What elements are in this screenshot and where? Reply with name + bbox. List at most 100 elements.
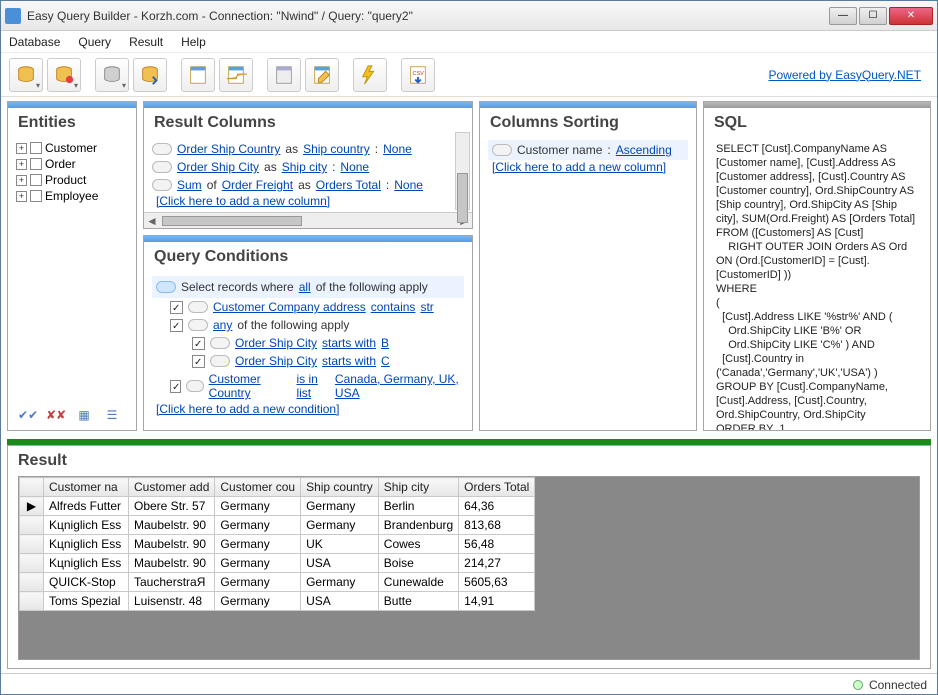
result-col-row[interactable]: Order Ship CountryasShip country:None bbox=[152, 140, 464, 158]
connection-status-icon bbox=[853, 680, 863, 690]
result-col-row[interactable]: Order Ship CityasShip city:None bbox=[152, 158, 464, 176]
entities-title: Entities bbox=[8, 108, 136, 136]
db-disconnect-button[interactable] bbox=[47, 58, 81, 92]
checkbox[interactable] bbox=[170, 380, 181, 393]
toggle-icon[interactable] bbox=[188, 301, 208, 313]
query-edit-button[interactable] bbox=[305, 58, 339, 92]
row-header[interactable]: ▶ bbox=[20, 497, 44, 516]
column-header[interactable]: Customer na bbox=[44, 478, 129, 497]
row-header[interactable] bbox=[20, 535, 44, 554]
expand-icon[interactable]: + bbox=[16, 143, 27, 154]
column-header[interactable]: Ship city bbox=[378, 478, 458, 497]
titlebar: Easy Query Builder - Korzh.com - Connect… bbox=[1, 1, 937, 31]
toolbar: CSV Powered by EasyQuery.NET bbox=[1, 53, 937, 97]
condition-row[interactable]: Customer Company addresscontainsstr bbox=[152, 298, 464, 316]
entities-panel: Entities +Customer +Order +Product +Empl… bbox=[7, 101, 137, 431]
add-sort-column-link[interactable]: [Click here to add a new column] bbox=[488, 160, 688, 174]
toggle-icon[interactable] bbox=[186, 380, 203, 392]
grid-view-icon[interactable]: ▦ bbox=[74, 406, 94, 424]
checkbox[interactable] bbox=[170, 301, 183, 314]
menu-help[interactable]: Help bbox=[181, 35, 206, 49]
query-new-button[interactable] bbox=[181, 58, 215, 92]
entity-employee[interactable]: +Employee bbox=[16, 188, 128, 204]
table-row[interactable]: Kцniglich EssMaubelstr. 90GermanyUSABois… bbox=[20, 554, 535, 573]
checkbox[interactable] bbox=[30, 190, 42, 202]
checkbox[interactable] bbox=[192, 337, 205, 350]
condition-row[interactable]: Customer Countryis in listCanada, German… bbox=[152, 370, 464, 402]
toggle-icon[interactable] bbox=[152, 179, 172, 191]
condition-row[interactable]: Order Ship Citystarts withB bbox=[152, 334, 464, 352]
result-col-row[interactable]: SumofOrder FreightasOrders Total:None bbox=[152, 176, 464, 194]
sql-text[interactable]: SELECT [Cust].CompanyName AS [Customer n… bbox=[712, 140, 922, 430]
uncheck-all-icon[interactable]: ✘✘ bbox=[46, 406, 66, 424]
table-row[interactable]: ▶Alfreds FutterObere Str. 57GermanyGerma… bbox=[20, 497, 535, 516]
result-grid[interactable]: Customer naCustomer addCustomer couShip … bbox=[19, 477, 535, 611]
result-columns-panel: Result Columns Order Ship CountryasShip … bbox=[143, 101, 473, 229]
checkbox[interactable] bbox=[30, 174, 42, 186]
entity-customer[interactable]: +Customer bbox=[16, 140, 128, 156]
toggle-icon[interactable] bbox=[188, 319, 208, 331]
list-view-icon[interactable]: ☰ bbox=[102, 406, 122, 424]
table-row[interactable]: Kцniglich EssMaubelstr. 90GermanyUKCowes… bbox=[20, 535, 535, 554]
toggle-icon[interactable] bbox=[152, 161, 172, 173]
menu-database[interactable]: Database bbox=[9, 35, 60, 49]
expand-icon[interactable]: + bbox=[16, 175, 27, 186]
check-all-icon[interactable]: ✔✔ bbox=[18, 406, 38, 424]
row-header[interactable] bbox=[20, 592, 44, 611]
column-header[interactable]: Orders Total bbox=[459, 478, 535, 497]
add-condition-link[interactable]: [Click here to add a new condition] bbox=[152, 402, 464, 416]
query-clear-button[interactable] bbox=[267, 58, 301, 92]
table-row[interactable]: Kцniglich EssMaubelstr. 90GermanyGermany… bbox=[20, 516, 535, 535]
menu-query[interactable]: Query bbox=[78, 35, 111, 49]
table-row[interactable]: Toms SpezialLuisenstr. 48GermanyUSAButte… bbox=[20, 592, 535, 611]
condition-root[interactable]: Select records whereallof the following … bbox=[152, 276, 464, 298]
expand-icon[interactable]: + bbox=[16, 191, 27, 202]
condition-group[interactable]: anyof the following apply bbox=[152, 316, 464, 334]
column-header[interactable]: Customer cou bbox=[215, 478, 301, 497]
condition-row[interactable]: Order Ship Citystarts withC bbox=[152, 352, 464, 370]
expand-icon[interactable]: + bbox=[16, 159, 27, 170]
svg-text:CSV: CSV bbox=[413, 71, 425, 77]
app-icon bbox=[5, 8, 21, 24]
sort-row[interactable]: Customer name:Ascending bbox=[488, 140, 688, 160]
checkbox[interactable] bbox=[30, 142, 42, 154]
menubar: Database Query Result Help bbox=[1, 31, 937, 53]
query-conditions-panel: Query Conditions Select records whereall… bbox=[143, 235, 473, 431]
add-column-link[interactable]: [Click here to add a new column] bbox=[152, 194, 464, 208]
menu-result[interactable]: Result bbox=[129, 35, 163, 49]
vertical-scrollbar[interactable] bbox=[455, 132, 470, 210]
column-header[interactable]: Ship country bbox=[301, 478, 379, 497]
column-header[interactable]: Customer add bbox=[129, 478, 215, 497]
result-columns-title: Result Columns bbox=[144, 108, 472, 136]
toggle-icon[interactable] bbox=[152, 143, 172, 155]
minimize-button[interactable]: — bbox=[829, 7, 857, 25]
row-header[interactable] bbox=[20, 516, 44, 535]
statusbar: Connected bbox=[1, 673, 937, 695]
checkbox[interactable] bbox=[30, 158, 42, 170]
row-header[interactable] bbox=[20, 554, 44, 573]
row-header[interactable] bbox=[20, 573, 44, 592]
db-save-button[interactable] bbox=[95, 58, 129, 92]
toggle-icon[interactable] bbox=[210, 337, 230, 349]
table-row[interactable]: QUICK-StopTaucherstraЯGermanyGermanyCune… bbox=[20, 573, 535, 592]
execute-button[interactable] bbox=[353, 58, 387, 92]
checkbox[interactable] bbox=[170, 319, 183, 332]
close-button[interactable]: ✕ bbox=[889, 7, 933, 25]
checkbox[interactable] bbox=[192, 355, 205, 368]
toggle-icon[interactable] bbox=[210, 355, 230, 367]
query-conditions-title: Query Conditions bbox=[144, 242, 472, 270]
query-open-button[interactable] bbox=[219, 58, 253, 92]
sql-title: SQL bbox=[704, 108, 930, 136]
horizontal-scrollbar[interactable]: ◄► bbox=[144, 212, 472, 228]
toggle-icon[interactable] bbox=[492, 144, 512, 156]
db-refresh-button[interactable] bbox=[133, 58, 167, 92]
entity-product[interactable]: +Product bbox=[16, 172, 128, 188]
powered-link[interactable]: Powered by EasyQuery.NET bbox=[768, 68, 921, 82]
window-title: Easy Query Builder - Korzh.com - Connect… bbox=[27, 9, 829, 23]
toggle-icon[interactable] bbox=[156, 281, 176, 293]
export-csv-button[interactable]: CSV bbox=[401, 58, 435, 92]
entity-order[interactable]: +Order bbox=[16, 156, 128, 172]
db-connect-button[interactable] bbox=[9, 58, 43, 92]
result-title: Result bbox=[8, 446, 930, 476]
maximize-button[interactable]: ☐ bbox=[859, 7, 887, 25]
